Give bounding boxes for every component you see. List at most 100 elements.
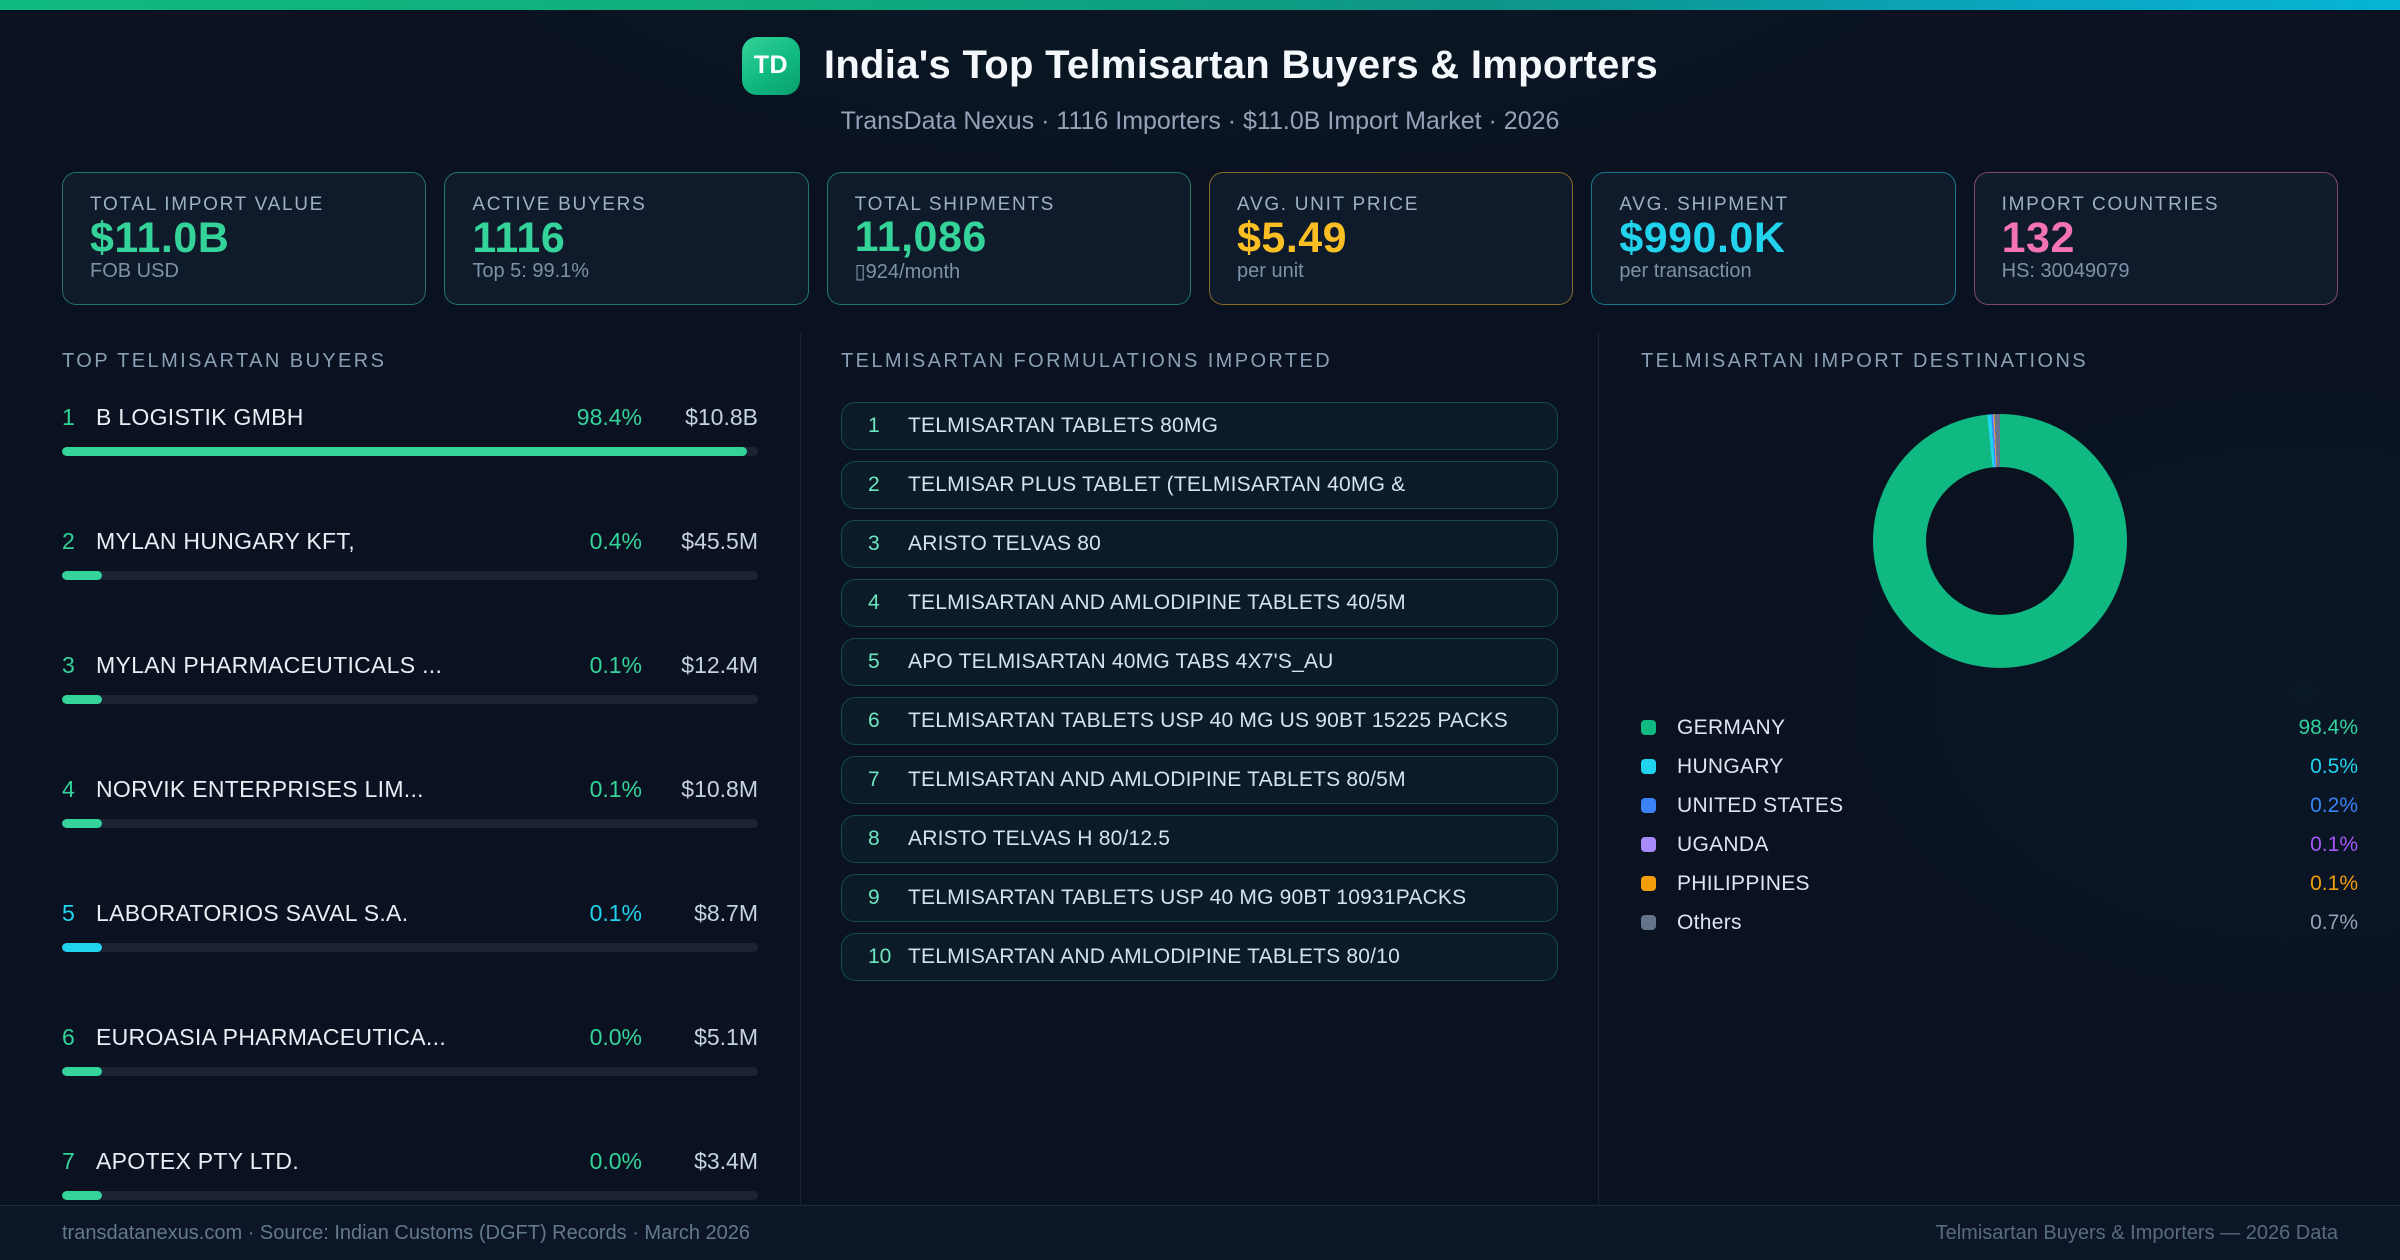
formulation-name: TELMISARTAN TABLETS USP 40 MG 90BT 10931… — [908, 886, 1467, 909]
stat-label: ACTIVE BUYERS — [472, 194, 647, 215]
legend-color-swatch — [1641, 720, 1656, 735]
formulation-name: ARISTO TELVAS H 80/12.5 — [908, 827, 1171, 850]
stat-sublabel: HS: 30049079 — [2001, 260, 2130, 282]
formulation-pill[interactable]: 10 TELMISARTAN AND AMLODIPINE TABLETS 80… — [841, 933, 1558, 981]
stat-value: $990.0K — [1619, 213, 1786, 262]
buyers-column: TOP TELMISARTAN BUYERS 1 B LOGISTIK GMBH… — [0, 333, 800, 1207]
buyer-progress-track — [62, 819, 758, 828]
legend-color-swatch — [1641, 876, 1656, 891]
stat-card[interactable]: TOTAL SHIPMENTS 11,086 ▯924/month — [826, 172, 1191, 305]
buyer-share-percent: 0.1% — [589, 652, 642, 678]
buyer-row[interactable]: 6 EUROASIA PHARMACEUTICA... 0.0% $5.1M — [62, 1022, 758, 1076]
buyer-share-percent: 0.0% — [589, 1148, 642, 1174]
buyer-import-value: $12.4M — [681, 652, 758, 678]
stat-label: IMPORT COUNTRIES — [2001, 194, 2220, 215]
legend-row[interactable]: GERMANY 98.4% — [1641, 708, 2358, 747]
page-title: India's Top Telmisartan Buyers & Importe… — [823, 43, 1659, 87]
buyer-progress-fill — [62, 1067, 103, 1076]
legend-color-swatch — [1641, 837, 1656, 852]
buyer-share-percent: 0.1% — [589, 776, 642, 802]
stat-card[interactable]: IMPORT COUNTRIES 132 HS: 30049079 — [1973, 172, 2338, 305]
dashboard-page: { "header": { "badge": "TD", "title": "I… — [0, 0, 2400, 1260]
legend-country-label: UNITED STATES — [1677, 793, 1844, 817]
legend-country-label: UGANDA — [1677, 832, 1769, 856]
formulation-name: TELMISARTAN AND AMLODIPINE TABLETS 80/5M — [908, 768, 1406, 791]
formulation-pill[interactable]: 8 ARISTO TELVAS H 80/12.5 — [841, 815, 1558, 863]
buyer-progress-track — [62, 943, 758, 952]
buyer-progress-fill — [62, 1191, 103, 1200]
stat-label: TOTAL IMPORT VALUE — [90, 194, 325, 215]
formulation-pill[interactable]: 4 TELMISARTAN AND AMLODIPINE TABLETS 40/… — [841, 579, 1558, 627]
legend-percent-value: 0.2% — [2310, 793, 2358, 817]
formulation-number: 1 — [868, 414, 880, 437]
legend-row[interactable]: HUNGARY 0.5% — [1641, 747, 2358, 786]
stat-sublabel: per transaction — [1619, 260, 1752, 282]
buyer-name: MYLAN HUNGARY KFT, — [96, 528, 355, 554]
brand-badge: TD — [741, 36, 800, 95]
legend-color-swatch — [1641, 759, 1656, 774]
buyer-progress-fill — [62, 943, 103, 952]
buyer-row[interactable]: 2 MYLAN HUNGARY KFT, 0.4% $45.5M — [62, 526, 758, 580]
buyer-row[interactable]: 7 APOTEX PTY LTD. 0.0% $3.4M — [62, 1146, 758, 1200]
formulation-pill[interactable]: 1 TELMISARTAN TABLETS 80MG — [841, 402, 1558, 450]
stat-card[interactable]: ACTIVE BUYERS 1116 Top 5: 99.1% — [444, 172, 809, 305]
formulation-pill[interactable]: 3 ARISTO TELVAS 80 — [841, 520, 1558, 568]
formulation-pill[interactable]: 9 TELMISARTAN TABLETS USP 40 MG 90BT 109… — [841, 874, 1558, 922]
buyer-progress-fill — [62, 447, 747, 456]
stat-card[interactable]: TOTAL IMPORT VALUE $11.0B FOB USD — [62, 172, 427, 305]
formulation-name: TELMISARTAN AND AMLODIPINE TABLETS 80/10 — [908, 945, 1400, 968]
footer-report-label: Telmisartan Buyers & Importers — 2026 Da… — [1935, 1221, 2338, 1244]
destinations-section-title: TELMISARTAN IMPORT DESTINATIONS — [1641, 350, 2089, 372]
buyer-import-value: $5.1M — [694, 1024, 758, 1050]
stat-label: AVG. SHIPMENT — [1619, 194, 1789, 215]
buyer-row[interactable]: 3 MYLAN PHARMACEUTICALS ... 0.1% $12.4M — [62, 650, 758, 704]
legend-row[interactable]: UNITED STATES 0.2% — [1641, 786, 2358, 825]
donut-hole — [1925, 467, 2074, 615]
buyer-share-percent: 98.4% — [576, 404, 642, 430]
buyer-progress-fill — [62, 819, 103, 828]
stat-card[interactable]: AVG. SHIPMENT $990.0K per transaction — [1591, 172, 1956, 305]
stat-card-row: TOTAL IMPORT VALUE $11.0B FOB USD ACTIVE… — [0, 172, 2400, 305]
buyer-name: NORVIK ENTERPRISES LIM... — [96, 776, 424, 802]
formulations-section-title: TELMISARTAN FORMULATIONS IMPORTED — [841, 350, 1333, 372]
legend-row[interactable]: UGANDA 0.1% — [1641, 825, 2358, 864]
buyer-rank: 1 — [62, 404, 75, 430]
legend-row[interactable]: Others 0.7% — [1641, 903, 2358, 942]
buyer-row[interactable]: 5 LABORATORIOS SAVAL S.A. 0.1% $8.7M — [62, 898, 758, 952]
legend-country-label: HUNGARY — [1677, 754, 1784, 778]
buyer-progress-track — [62, 447, 758, 456]
formulation-number: 9 — [868, 886, 880, 909]
formulation-number: 4 — [868, 591, 880, 614]
formulation-pill[interactable]: 5 APO TELMISARTAN 40MG TABS 4X7'S_AU — [841, 638, 1558, 686]
buyer-import-value: $10.8B — [685, 404, 758, 430]
buyer-rank: 3 — [62, 652, 75, 678]
buyer-row[interactable]: 4 NORVIK ENTERPRISES LIM... 0.1% $10.8M — [62, 774, 758, 828]
main-content: TOP TELMISARTAN BUYERS 1 B LOGISTIK GMBH… — [0, 333, 2400, 1207]
formulation-number: 7 — [868, 768, 880, 791]
formulation-name: TELMISARTAN AND AMLODIPINE TABLETS 40/5M — [908, 591, 1406, 614]
buyer-import-value: $8.7M — [694, 900, 758, 926]
buyer-import-value: $10.8M — [681, 776, 758, 802]
buyer-progress-track — [62, 695, 758, 704]
legend-row[interactable]: PHILIPPINES 0.1% — [1641, 864, 2358, 903]
buyer-progress-track — [62, 1191, 758, 1200]
buyer-name: MYLAN PHARMACEUTICALS ... — [96, 652, 443, 678]
formulation-pill[interactable]: 6 TELMISARTAN TABLETS USP 40 MG US 90BT … — [841, 697, 1558, 745]
formulation-pill[interactable]: 7 TELMISARTAN AND AMLODIPINE TABLETS 80/… — [841, 756, 1558, 804]
stat-value: 1116 — [472, 213, 566, 262]
buyer-import-value: $45.5M — [681, 528, 758, 554]
buyers-list: 1 B LOGISTIK GMBH 98.4% $10.8B 2 MYLAN H… — [62, 402, 758, 1200]
buyer-share-percent: 0.1% — [589, 900, 642, 926]
formulation-pill[interactable]: 2 TELMISAR PLUS TABLET (TELMISARTAN 40MG… — [841, 461, 1558, 509]
buyer-progress-fill — [62, 695, 103, 704]
page-footer: transdatanexus.com · Source: Indian Cust… — [0, 1205, 2400, 1260]
formulation-name: TELMISARTAN TABLETS USP 40 MG US 90BT 15… — [908, 709, 1508, 732]
buyer-rank: 2 — [62, 528, 75, 554]
stat-card[interactable]: AVG. UNIT PRICE $5.49 per unit — [1208, 172, 1574, 305]
legend-color-swatch — [1641, 915, 1656, 930]
destinations-legend: GERMANY 98.4% HUNGARY 0.5% UNITED STATES… — [1641, 708, 2358, 942]
stat-sublabel: ▯924/month — [854, 261, 961, 283]
buyer-name: APOTEX PTY LTD. — [96, 1148, 300, 1174]
buyer-row[interactable]: 1 B LOGISTIK GMBH 98.4% $10.8B — [62, 402, 758, 456]
destinations-donut-chart — [1872, 414, 2127, 668]
